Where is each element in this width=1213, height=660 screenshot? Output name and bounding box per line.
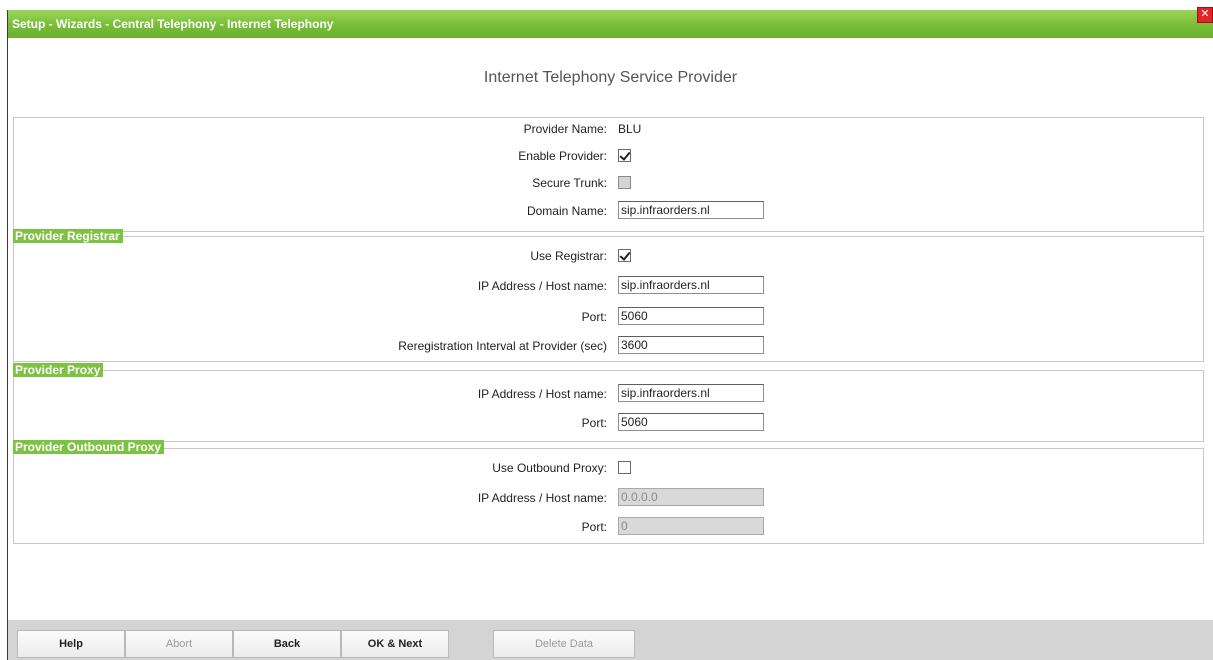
provider-name-row: Provider Name: BLU (0, 119, 1213, 139)
registrar-interval-row: Reregistration Interval at Provider (sec… (0, 336, 1213, 356)
proxy-host-input[interactable] (618, 384, 764, 402)
registrar-port-row: Port: (0, 307, 1213, 327)
registrar-interval-input[interactable] (618, 336, 764, 354)
use-registrar-label: Use Registrar: (530, 249, 607, 263)
use-registrar-row: Use Registrar: (0, 246, 1213, 266)
registrar-host-label: IP Address / Host name: (477, 279, 607, 293)
proxy-port-input[interactable] (618, 413, 764, 431)
help-button[interactable]: Help (17, 630, 125, 658)
registrar-section-label: Provider Registrar (13, 229, 123, 243)
page-title: Internet Telephony Service Provider (483, 69, 738, 86)
outbound-port-row: Port: (0, 517, 1213, 537)
outbound-port-label: Port: (581, 520, 607, 534)
registrar-host-row: IP Address / Host name: (0, 276, 1213, 296)
outbound-host-row: IP Address / Host name: (0, 488, 1213, 508)
close-icon[interactable]: ✕ (1197, 7, 1213, 23)
footer-bar: Help Abort Back OK & Next Delete Data (8, 620, 1213, 660)
use-outbound-row: Use Outbound Proxy: (0, 458, 1213, 478)
registrar-interval-label: Reregistration Interval at Provider (sec… (398, 339, 607, 353)
secure-trunk-row: Secure Trunk: (0, 173, 1213, 193)
registrar-host-input[interactable] (618, 276, 764, 294)
provider-name-value: BLU (618, 122, 642, 136)
outbound-host-label: IP Address / Host name: (477, 491, 607, 505)
delete-data-button[interactable]: Delete Data (493, 630, 635, 658)
registrar-port-input[interactable] (618, 307, 764, 325)
enable-provider-row: Enable Provider: (0, 146, 1213, 166)
enable-provider-checkbox[interactable] (618, 149, 631, 162)
left-edge (0, 0, 8, 660)
domain-name-label: Domain Name: (526, 204, 607, 218)
registrar-port-label: Port: (581, 310, 607, 324)
ok-next-button[interactable]: OK & Next (341, 630, 449, 658)
domain-name-row: Domain Name: (0, 201, 1213, 221)
proxy-port-label: Port: (581, 416, 607, 430)
enable-provider-label: Enable Provider: (518, 149, 607, 163)
title-bar: Setup - Wizards - Central Telephony - In… (8, 7, 1213, 38)
use-outbound-label: Use Outbound Proxy: (492, 461, 607, 475)
secure-trunk-checkbox[interactable] (618, 176, 631, 189)
back-button[interactable]: Back (233, 630, 341, 658)
provider-name-label: Provider Name: (523, 122, 607, 136)
abort-button[interactable]: Abort (125, 630, 233, 658)
domain-name-input[interactable] (618, 201, 764, 219)
use-outbound-checkbox[interactable] (618, 461, 631, 474)
use-registrar-checkbox[interactable] (618, 249, 631, 262)
proxy-host-label: IP Address / Host name: (477, 387, 607, 401)
proxy-host-row: IP Address / Host name: (0, 384, 1213, 404)
outbound-proxy-section-label: Provider Outbound Proxy (13, 440, 165, 454)
window-title: Setup - Wizards - Central Telephony - In… (12, 17, 334, 31)
secure-trunk-label: Secure Trunk: (532, 176, 607, 190)
proxy-port-row: Port: (0, 413, 1213, 433)
outbound-port-input[interactable] (618, 517, 764, 535)
proxy-section-label: Provider Proxy (13, 363, 104, 377)
outbound-host-input[interactable] (618, 488, 764, 506)
